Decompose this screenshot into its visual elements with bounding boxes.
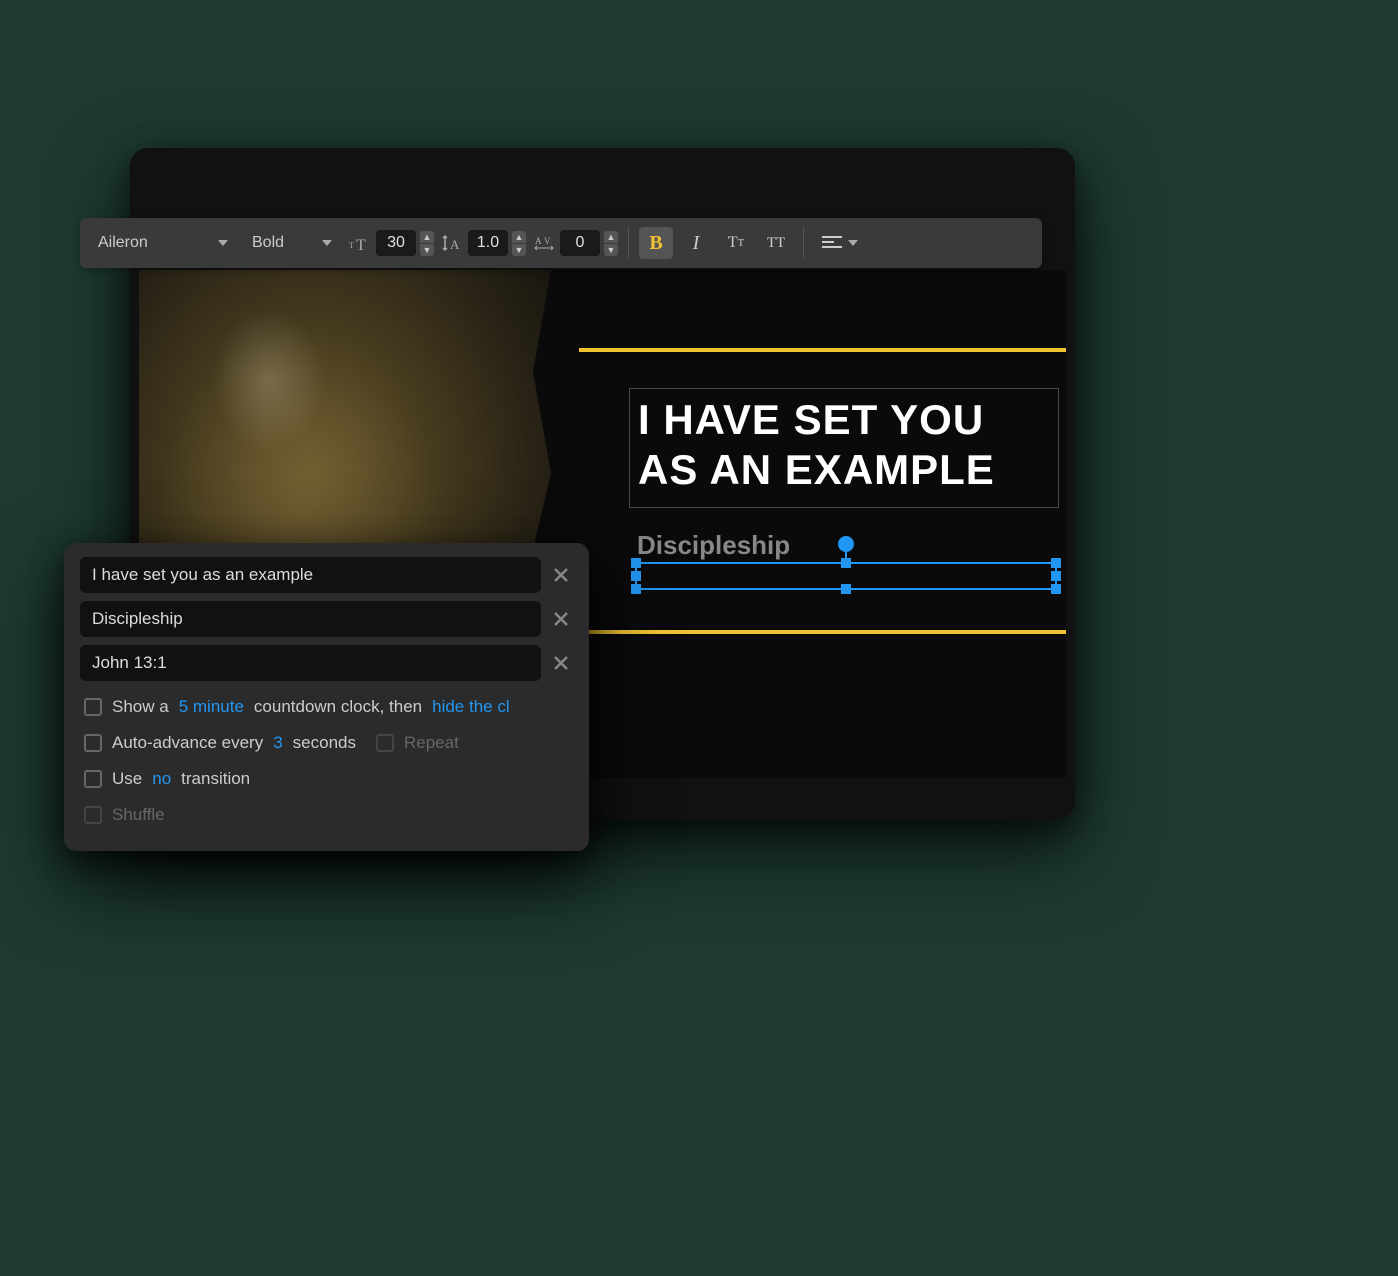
font-size-down[interactable]: ▼ [420, 244, 434, 256]
reference-field[interactable]: John 13:1 [80, 645, 541, 681]
countdown-option: Show a 5 minute countdown clock, then hi… [80, 689, 573, 725]
subtitle-field[interactable]: Discipleship [80, 601, 541, 637]
align-left-icon [822, 235, 842, 251]
text-format-toolbar: Aileron Bold TT 30 ▲ ▼ A 1.0 ▲ ▼ AV [80, 218, 1042, 268]
font-size-stepper: ▲ ▼ [420, 229, 434, 257]
toolbar-divider [628, 228, 629, 258]
title-text-box[interactable]: I HAVE SET YOU AS AN EXAMPLE [629, 388, 1059, 508]
letter-spacing-control: AV 0 ▲ ▼ [530, 229, 618, 257]
svg-text:T: T [356, 237, 366, 252]
autoadvance-checkbox[interactable] [84, 734, 102, 752]
svg-text:A: A [450, 237, 460, 252]
text-case-upper-button[interactable]: TT [759, 227, 793, 259]
line-height-down[interactable]: ▼ [512, 244, 526, 256]
text-field-row: Discipleship [80, 601, 573, 637]
resize-handle-bottom-right[interactable] [1051, 584, 1061, 594]
shuffle-checkbox[interactable] [84, 806, 102, 824]
autoadvance-seconds-link[interactable]: 3 [273, 733, 282, 753]
countdown-duration-link[interactable]: 5 minute [179, 697, 244, 717]
line-height-input[interactable]: 1.0 [468, 230, 508, 256]
font-family-dropdown[interactable]: Aileron [88, 228, 238, 258]
resize-handle-top-mid[interactable] [841, 558, 851, 568]
clear-subtitle-button[interactable] [549, 607, 573, 631]
shuffle-label: Shuffle [112, 805, 165, 825]
autoadvance-option: Auto-advance every 3 seconds Repeat [80, 725, 573, 761]
transition-option: Use no transition [80, 761, 573, 797]
countdown-label-mid: countdown clock, then [254, 697, 422, 717]
font-weight-value: Bold [252, 234, 284, 252]
font-size-input[interactable]: 30 [376, 230, 416, 256]
close-icon [553, 567, 569, 583]
font-family-value: Aileron [98, 234, 148, 252]
slide-settings-panel: I have set you as an example Discipleshi… [64, 543, 589, 851]
chevron-down-icon [848, 240, 858, 246]
resize-handle-bottom-left[interactable] [631, 584, 641, 594]
rotation-handle[interactable] [838, 536, 854, 552]
text-field-row: I have set you as an example [80, 557, 573, 593]
close-icon [553, 611, 569, 627]
text-field-row: John 13:1 [80, 645, 573, 681]
text-case-mixed-button[interactable]: TT [719, 227, 753, 259]
font-size-up[interactable]: ▲ [420, 231, 434, 243]
toolbar-divider [803, 228, 804, 258]
autoadvance-label-prefix: Auto-advance every [112, 733, 263, 753]
line-height-icon: A [438, 229, 466, 257]
transition-type-link[interactable]: no [152, 769, 171, 789]
letter-spacing-stepper: ▲ ▼ [604, 229, 618, 257]
font-size-icon: TT [346, 229, 374, 257]
letter-spacing-icon: AV [530, 229, 558, 257]
selected-text-element[interactable] [635, 562, 1057, 590]
letter-spacing-down[interactable]: ▼ [604, 244, 618, 256]
accent-line-bottom [579, 630, 1066, 634]
repeat-checkbox[interactable] [376, 734, 394, 752]
svg-text:A: A [535, 236, 542, 246]
accent-line-top [579, 348, 1066, 352]
resize-handle-top-left[interactable] [631, 558, 641, 568]
transition-label-suffix: transition [181, 769, 250, 789]
clear-title-button[interactable] [549, 563, 573, 587]
resize-handle-top-right[interactable] [1051, 558, 1061, 568]
letter-spacing-input[interactable]: 0 [560, 230, 600, 256]
shuffle-option: Shuffle [80, 797, 573, 833]
text-style-buttons: B I TT TT [639, 227, 793, 259]
bold-button[interactable]: B [639, 227, 673, 259]
countdown-label-prefix: Show a [112, 697, 169, 717]
transition-label-prefix: Use [112, 769, 142, 789]
chevron-down-icon [322, 240, 332, 246]
close-icon [553, 655, 569, 671]
autoadvance-label-suffix: seconds [293, 733, 356, 753]
countdown-checkbox[interactable] [84, 698, 102, 716]
resize-handle-mid-right[interactable] [1051, 571, 1061, 581]
text-align-dropdown[interactable] [814, 231, 866, 255]
line-height-control: A 1.0 ▲ ▼ [438, 229, 526, 257]
font-weight-dropdown[interactable]: Bold [242, 228, 342, 258]
title-field[interactable]: I have set you as an example [80, 557, 541, 593]
resize-handle-mid-left[interactable] [631, 571, 641, 581]
svg-text:V: V [544, 236, 551, 246]
slide-subtitle-text: Discipleship [637, 530, 790, 561]
svg-text:T: T [349, 241, 354, 250]
transition-checkbox[interactable] [84, 770, 102, 788]
line-height-up[interactable]: ▲ [512, 231, 526, 243]
slide-title-text: I HAVE SET YOU AS AN EXAMPLE [638, 395, 1050, 496]
clear-reference-button[interactable] [549, 651, 573, 675]
resize-handle-bottom-mid[interactable] [841, 584, 851, 594]
chevron-down-icon [218, 240, 228, 246]
letter-spacing-up[interactable]: ▲ [604, 231, 618, 243]
countdown-action-link[interactable]: hide the cl [432, 697, 510, 717]
line-height-stepper: ▲ ▼ [512, 229, 526, 257]
repeat-label: Repeat [404, 733, 459, 753]
font-size-control: TT 30 ▲ ▼ [346, 229, 434, 257]
italic-button[interactable]: I [679, 227, 713, 259]
